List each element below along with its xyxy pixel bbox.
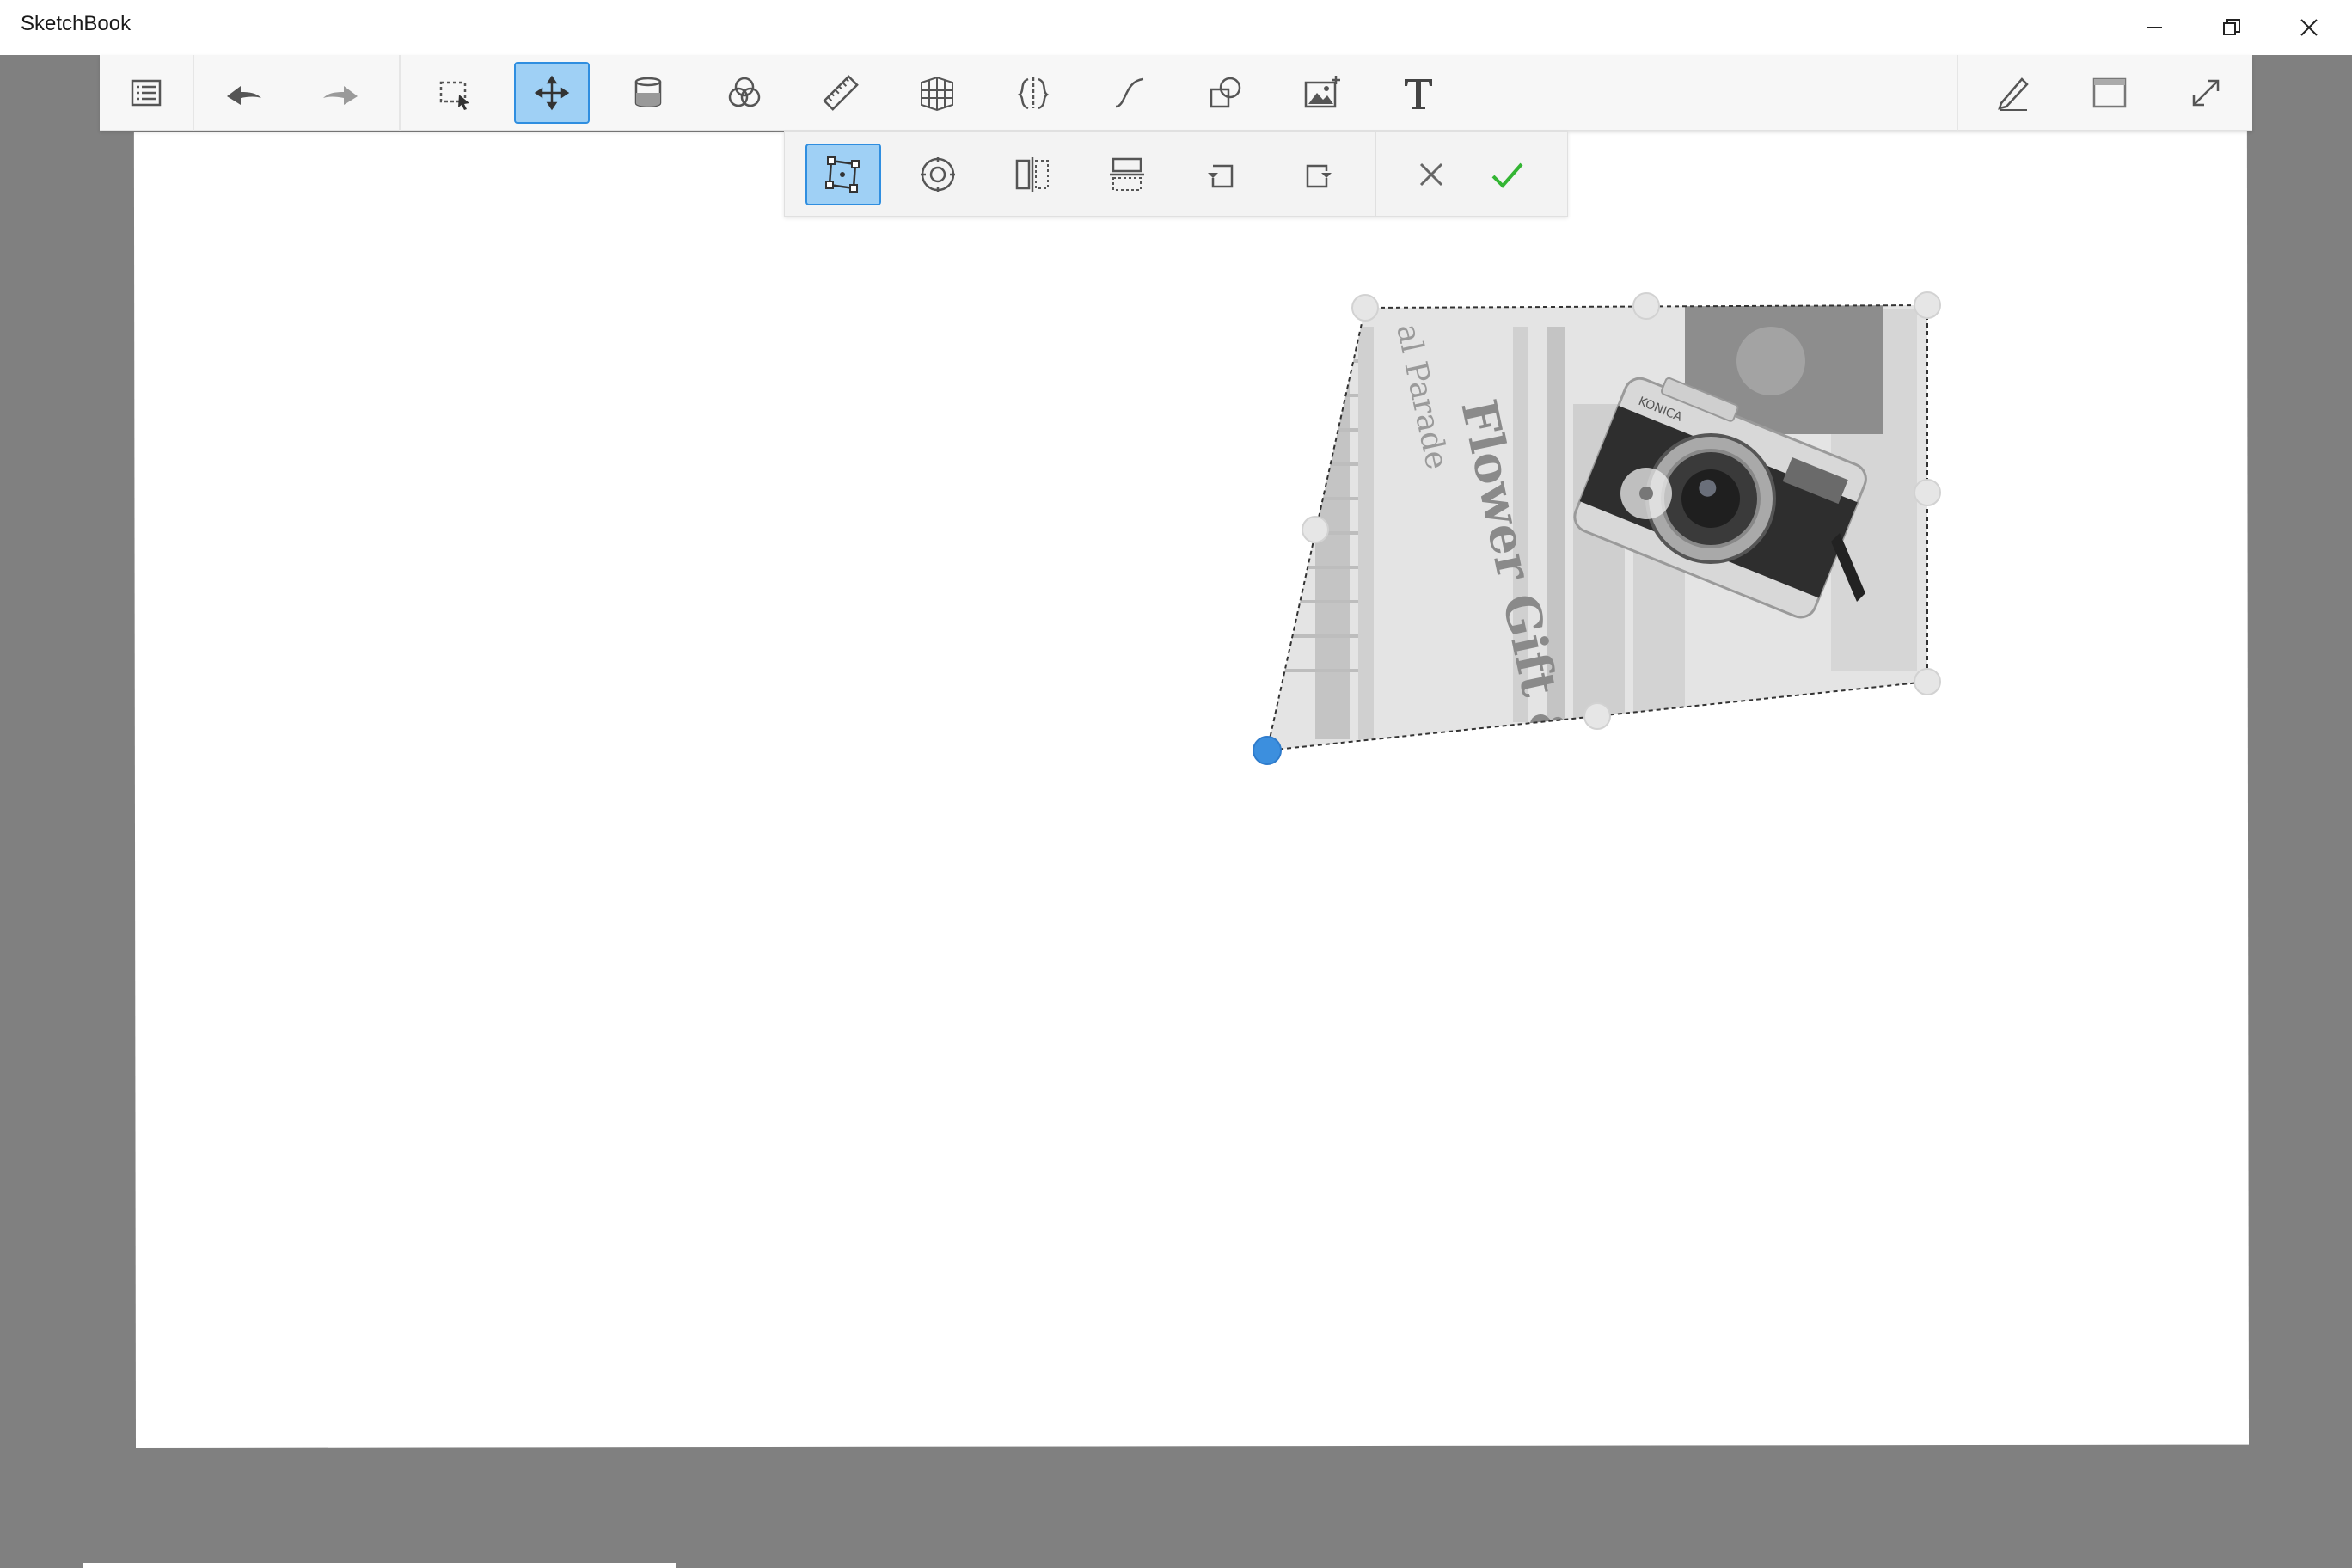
selection-icon <box>439 81 469 110</box>
handle-bottom-left-active[interactable] <box>1253 736 1282 765</box>
selection-tool[interactable] <box>418 62 493 124</box>
checkmark-icon <box>1491 162 1523 188</box>
symmetry-icon <box>1017 77 1050 110</box>
handle-bottom-middle[interactable] <box>1583 702 1611 730</box>
rotate-right-button[interactable] <box>1280 144 1356 205</box>
minimize-button[interactable] <box>2116 0 2193 55</box>
restore-icon <box>2223 19 2240 35</box>
curve-icon <box>1115 77 1144 108</box>
transform-tool[interactable] <box>514 62 590 124</box>
undo-button[interactable] <box>206 62 282 124</box>
taskbar-strip <box>83 1563 676 1568</box>
menu-button[interactable] <box>108 62 184 124</box>
layout-button[interactable] <box>2072 62 2147 124</box>
paint-bucket-icon <box>634 77 662 107</box>
brush-tool[interactable] <box>1975 62 2051 124</box>
move-icon <box>534 75 570 111</box>
perspective-tool[interactable] <box>899 62 975 124</box>
shapes-tool[interactable] <box>1188 62 1264 124</box>
rotate-left-icon <box>1208 164 1234 188</box>
cancel-button[interactable] <box>1393 144 1469 205</box>
handle-top-middle[interactable] <box>1632 292 1660 320</box>
confirm-button[interactable] <box>1469 144 1545 205</box>
handle-top-right[interactable] <box>1914 291 1941 319</box>
distort-icon <box>825 156 860 193</box>
restore-button[interactable] <box>2193 0 2270 55</box>
canvas[interactable] <box>133 129 2249 1449</box>
text-tool[interactable] <box>1381 62 1456 124</box>
redo-button[interactable] <box>303 62 378 124</box>
main-toolbar <box>100 55 2252 131</box>
color-circles-icon <box>728 77 761 107</box>
color-tool[interactable] <box>707 62 782 124</box>
app-title: SketchBook <box>21 12 132 35</box>
flip-horizontal-button[interactable] <box>995 144 1070 205</box>
distort-button[interactable] <box>805 144 881 205</box>
flip-vertical-button[interactable] <box>1089 144 1165 205</box>
perspective-grid-icon <box>921 76 953 112</box>
workspace <box>0 55 2352 1568</box>
add-image-tool[interactable] <box>1284 62 1360 124</box>
close-icon <box>2300 19 2318 36</box>
undo-arrow-icon <box>227 86 261 105</box>
handle-left-middle[interactable] <box>1302 516 1329 543</box>
shapes-icon <box>1210 77 1241 108</box>
minimize-icon <box>2147 27 2162 28</box>
symmetry-tool[interactable] <box>995 62 1071 124</box>
handle-right-middle[interactable] <box>1914 479 1941 506</box>
title-bar: SketchBook <box>0 0 2352 55</box>
expand-icon <box>2192 79 2220 107</box>
handle-top-left[interactable] <box>1351 294 1379 322</box>
rotate-right-icon <box>1306 164 1332 188</box>
add-image-icon <box>1304 76 1340 108</box>
curve-tool[interactable] <box>1092 62 1167 124</box>
close-button[interactable] <box>2270 0 2348 55</box>
fullscreen-button[interactable] <box>2168 62 2244 124</box>
text-icon <box>1405 79 1432 109</box>
redo-arrow-icon <box>323 86 358 105</box>
rotate-left-button[interactable] <box>1184 144 1259 205</box>
transform-toolbar <box>784 131 1568 217</box>
handle-bottom-right[interactable] <box>1914 668 1941 695</box>
pivot-icon <box>921 157 955 192</box>
flip-horizontal-icon <box>1015 157 1049 192</box>
pivot-button[interactable] <box>900 144 976 205</box>
pen-icon <box>1998 77 2029 111</box>
window-icon <box>2092 77 2127 108</box>
flip-vertical-icon <box>1110 157 1144 191</box>
pivot-handle[interactable] <box>1620 468 1672 519</box>
cancel-icon <box>1419 162 1443 187</box>
fill-tool[interactable] <box>610 62 686 124</box>
ruler-icon <box>823 75 859 111</box>
list-menu-icon <box>131 79 162 107</box>
ruler-tool[interactable] <box>803 62 879 124</box>
